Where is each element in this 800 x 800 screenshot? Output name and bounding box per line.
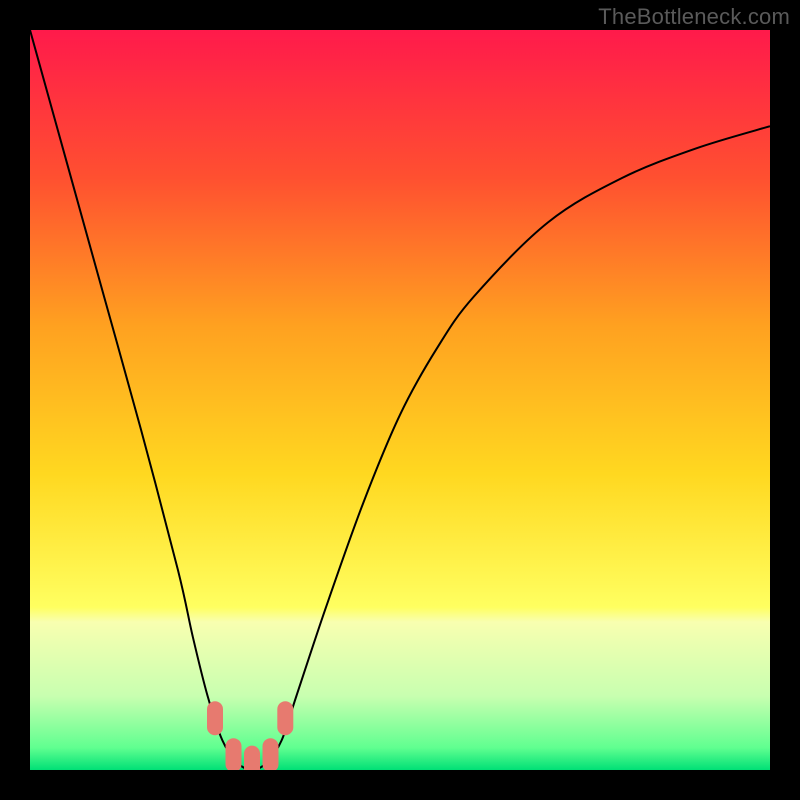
curve-marker bbox=[207, 701, 223, 735]
plot-area bbox=[30, 30, 770, 770]
chart-frame: TheBottleneck.com bbox=[0, 0, 800, 800]
curve-marker bbox=[226, 738, 242, 770]
curve-marker bbox=[263, 738, 279, 770]
bottleneck-curve bbox=[30, 30, 770, 770]
curve-marker bbox=[277, 701, 293, 735]
curve-marker bbox=[244, 746, 260, 770]
watermark-text: TheBottleneck.com bbox=[598, 4, 790, 30]
